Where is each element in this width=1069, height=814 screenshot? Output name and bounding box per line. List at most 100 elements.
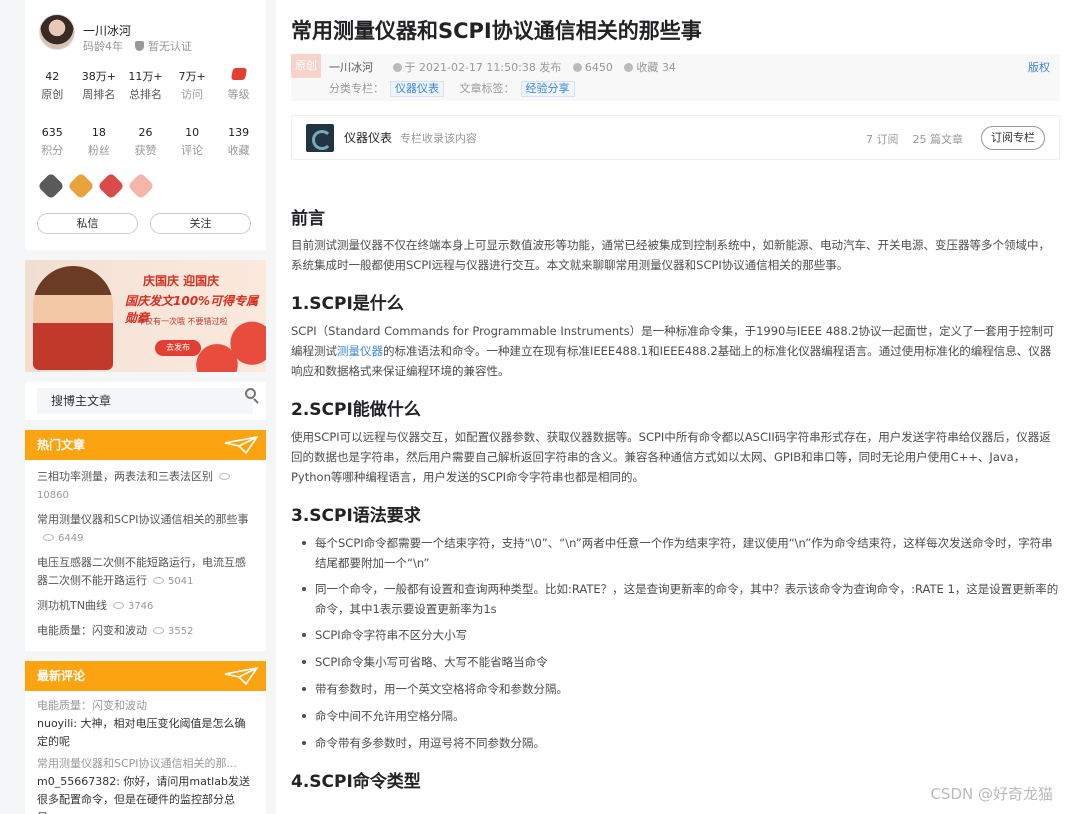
subscribe-column-button[interactable]: 订阅专栏 [981, 126, 1045, 150]
view-count: 3552 [168, 626, 194, 637]
stat-comments: 10 评论 [170, 124, 214, 160]
column-name[interactable]: 仪器仪表 [344, 129, 392, 146]
view-count: 10860 [37, 490, 69, 501]
badge-icon[interactable] [97, 172, 125, 200]
stat-likes: 26 获赞 [123, 124, 167, 160]
cartoon-boy-image [33, 266, 113, 370]
stat-label: 积分 [41, 144, 64, 157]
stat-label: 原创 [41, 88, 64, 101]
sidebar: 一川冰河 码龄4年 暂无认证 42 原创 38万+ 周排名 11万+ 总排名 7万+ 访问… [25, 0, 266, 814]
search-icon[interactable] [245, 388, 256, 399]
shield-icon [135, 41, 144, 51]
message-button[interactable]: 私信 [37, 213, 138, 234]
stat-label: 总排名 [128, 88, 162, 101]
stat-level[interactable]: 等级 [217, 68, 261, 104]
hot-article-item[interactable]: 常用测量仪器和SCPI协议通信相关的那些事 6449 [37, 511, 254, 548]
stat-value: 7万+ [178, 70, 206, 83]
tag-label: 文章标签： [459, 82, 515, 95]
eye-icon [112, 602, 124, 609]
hot-articles-header: 热门文章 [25, 430, 266, 460]
stats-row-1: 42 原创 38万+ 周排名 11万+ 总排名 7万+ 访问 等级 [25, 68, 266, 104]
hot-article-title[interactable]: 电压互感器二次侧不能短路运行，电流互感器二次侧不能开路运行 [37, 556, 246, 587]
badge-icon[interactable] [37, 172, 65, 200]
author-link[interactable]: 一川冰河 [329, 61, 373, 74]
list-item: 命令中间不允许用空格分隔。 [291, 706, 1061, 726]
comment-topic[interactable]: 常用测量仪器和SCPI协议通信相关的那... [37, 755, 254, 773]
hot-articles-card: 热门文章 三相功率测量，两表法和三表法区别 10860 常用测量仪器和SCPI协议… [25, 430, 266, 651]
stat-points: 635 积分 [30, 124, 74, 160]
article-meta: 一川冰河 于 2021-02-17 11:50:38 发布 6450 收藏 34 [329, 59, 676, 75]
hot-article-title[interactable]: 三相功率测量，两表法和三表法区别 [37, 470, 213, 483]
watermark: CSDN @好奇龙猫 [930, 785, 1053, 803]
original-label: 原创 [295, 59, 317, 72]
article-panel: 常用测量仪器和SCPI协议通信相关的那些事 原创 一川冰河 于 2021-02-… [276, 0, 1069, 814]
promo-banner[interactable]: 庆国庆 迎国庆 国庆发文100%可得专属勋章 一年仅有一次哦 不要错过啦 去发布 [25, 260, 266, 372]
comment-body: m0_55667382: 你好，请问用matlab发送很多配置命令，但是在硬件的… [37, 775, 250, 814]
stat-value: 42 [45, 70, 60, 83]
bullet-list: 每个SCPI命令都需要一个结束字符，支持“\0”、“\n”两者中任意一个作为结束… [291, 533, 1061, 753]
banner-line3: 一年仅有一次哦 不要错过啦 [129, 317, 228, 326]
comment-item[interactable]: 常用测量仪器和SCPI协议通信相关的那... m0_55667382: 你好，请问… [37, 755, 254, 814]
stats-row-2: 635 积分 18 粉丝 26 获赞 10 评论 139 收藏 [25, 124, 266, 160]
profile-name[interactable]: 一川冰河 [83, 22, 131, 39]
hot-article-title[interactable]: 常用测量仪器和SCPI协议通信相关的那些事 [37, 513, 249, 526]
stat-favorites: 139 收藏 [217, 124, 261, 160]
paragraph-text: 的标准语法和命令。一种建立在现有标准IEEE488.1和IEEE488.2基础上… [291, 344, 1052, 378]
stat-label: 收藏 [227, 144, 250, 157]
view-count: 6450 [584, 61, 613, 74]
stat-week-rank[interactable]: 38万+ 周排名 [77, 68, 121, 104]
stat-value: 11万+ [128, 70, 163, 83]
section-heading: 2.SCPI能做什么 [291, 400, 421, 420]
badge-icon[interactable] [67, 172, 95, 200]
stat-label: 周排名 [82, 88, 116, 101]
hot-article-item[interactable]: 电能质量：闪变和波动 3552 [37, 622, 254, 641]
stat-value: 139 [228, 126, 250, 139]
comment-body: nuoyili: 大神，相对电压变化阈值是怎么确定的呢 [37, 717, 246, 748]
search-input[interactable]: 搜博主文章 [37, 388, 253, 414]
avatar[interactable] [39, 14, 75, 50]
eye-icon [572, 63, 582, 72]
stat-fans: 18 粉丝 [77, 124, 121, 160]
favorite-count[interactable]: 收藏 34 [636, 61, 676, 74]
follow-button[interactable]: 关注 [150, 213, 251, 234]
hot-article-item[interactable]: 电压互感器二次侧不能短路运行，电流互感器二次侧不能开路运行 5041 [37, 554, 254, 591]
hot-article-item[interactable]: 测功机TN曲线 3746 [37, 597, 254, 616]
clock-icon [392, 63, 402, 72]
column-cover-icon[interactable] [306, 124, 334, 152]
star-icon[interactable] [624, 63, 634, 72]
paragraph: SCPI（Standard Commands for Programmable … [291, 321, 1061, 381]
column-tag[interactable]: 仪器仪表 [390, 81, 444, 97]
stat-value: 635 [41, 126, 63, 139]
article-tag[interactable]: 经验分享 [520, 81, 575, 97]
comment-topic[interactable]: 电能质量：闪变和波动 [37, 697, 254, 715]
latest-comments-header: 最新评论 [25, 661, 266, 691]
stat-label: 获赞 [134, 144, 157, 157]
comment-item[interactable]: 电能质量：闪变和波动 nuoyili: 大神，相对电压变化阈值是怎么确定的呢 [37, 697, 254, 751]
eye-icon [43, 534, 54, 541]
column-box[interactable]: 仪器仪表 专栏收录该内容 7 订阅 25 篇文章 订阅专栏 [291, 115, 1060, 160]
stat-original[interactable]: 42 原创 [30, 68, 74, 104]
copyright-link[interactable]: 版权 [1028, 59, 1050, 75]
badge-icon[interactable] [127, 172, 155, 200]
stat-total-rank[interactable]: 11万+ 总排名 [123, 68, 167, 104]
view-count: 3746 [127, 601, 154, 612]
profile-meta: 码龄4年 暂无认证 [83, 38, 192, 54]
stat-label: 评论 [181, 144, 204, 157]
hot-article-title[interactable]: 测功机TN曲线 [37, 599, 107, 612]
banner-publish-button[interactable]: 去发布 [155, 340, 201, 356]
stat-visits: 7万+ 访问 [170, 68, 214, 104]
view-count: 6449 [58, 533, 84, 544]
profile-card: 一川冰河 码龄4年 暂无认证 42 原创 38万+ 周排名 11万+ 总排名 7万+ 访问… [25, 0, 266, 250]
article-title: 常用测量仪器和SCPI协议通信相关的那些事 [291, 19, 702, 43]
list-item: 命令带有多参数时，用逗号将不同参数分隔。 [291, 733, 1061, 753]
column-desc: 专栏收录该内容 [400, 132, 477, 145]
hot-article-item[interactable]: 三相功率测量，两表法和三表法区别 10860 [37, 468, 254, 505]
code-age: 码龄4年 [83, 40, 123, 53]
banner-line1: 庆国庆 迎国庆 [143, 274, 220, 288]
paragraph: 目前测试测量仪器不仅在终端本身上可显示数值波形等功能，通常已经被集成到控制系统中… [291, 238, 1050, 272]
hot-article-title[interactable]: 电能质量：闪变和波动 [37, 624, 147, 637]
stat-label: 等级 [227, 88, 250, 101]
stat-value: 18 [91, 126, 106, 139]
paragraph: 使用SCPI可以远程与仪器交互，如配置仪器参数、获取仪器数据等。SCPI中所有命… [291, 430, 1051, 484]
keyword-link[interactable]: 测量仪器 [337, 344, 383, 358]
